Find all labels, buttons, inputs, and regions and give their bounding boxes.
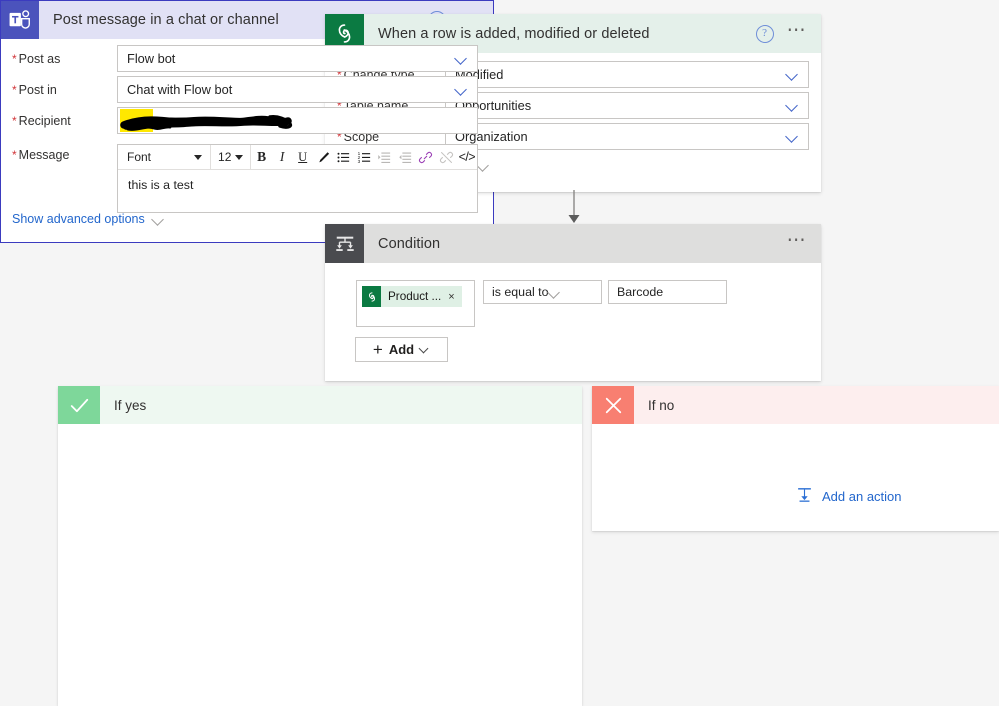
code-view-icon[interactable]: </> <box>457 145 478 169</box>
add-condition-label: Add <box>388 342 415 357</box>
italic-icon[interactable]: I <box>272 145 293 169</box>
condition-operator-value: is equal to <box>492 285 549 299</box>
plus-icon: + <box>372 339 383 359</box>
close-icon[interactable]: × <box>448 291 458 303</box>
change-type-dropdown[interactable]: Modified <box>445 61 809 88</box>
required-marker: * <box>12 148 17 162</box>
branch-if-yes-header: If yes <box>58 386 582 424</box>
condition-expression-row: Product ... × is equal to Barcode <box>356 280 727 327</box>
branch-if-yes-label: If yes <box>114 397 147 413</box>
condition-value-input[interactable]: Barcode <box>608 280 727 304</box>
condition-operator-dropdown[interactable]: is equal to <box>483 280 602 304</box>
help-icon[interactable]: ? <box>755 24 774 43</box>
post-as-dropdown[interactable]: Flow bot <box>117 45 478 72</box>
field-label-post-in: * Post in <box>12 82 57 97</box>
branch-if-no: If no Add an action <box>592 386 999 531</box>
insert-action-icon <box>796 486 813 506</box>
link-icon[interactable] <box>416 145 437 169</box>
highlight-pen-icon[interactable] <box>313 145 334 169</box>
dataverse-icon <box>362 286 381 307</box>
chevron-down-icon <box>548 286 561 299</box>
rich-text-toolbar: Font 12 B I U 1 2 3 </> <box>118 145 477 170</box>
condition-title: Condition <box>378 235 441 252</box>
required-marker: * <box>12 113 17 128</box>
condition-icon <box>325 224 364 263</box>
font-family-dropdown[interactable]: Font <box>118 145 212 169</box>
field-post-in: * Post in Chat with Flow bot <box>12 76 482 103</box>
chevron-down-icon <box>786 68 799 81</box>
dynamic-content-token[interactable]: Product ... × <box>362 286 462 307</box>
chevron-down-icon <box>194 154 203 160</box>
scope-value: Organization <box>455 129 528 144</box>
field-label-post-as: * Post as <box>12 51 61 66</box>
field-recipient: * Recipient <box>12 107 482 134</box>
font-size-dropdown[interactable]: 12 <box>211 145 252 169</box>
field-label-recipient: * Recipient <box>12 113 71 128</box>
post-in-dropdown[interactable]: Chat with Flow bot <box>117 76 478 103</box>
trigger-header-actions: ? ⋯ <box>755 21 821 43</box>
cross-icon <box>592 386 634 424</box>
condition-value-text: Barcode <box>617 285 664 299</box>
add-an-action-label: Add an action <box>822 488 902 504</box>
branch-if-no-label: If no <box>648 397 675 413</box>
chevron-down-icon <box>786 99 799 112</box>
chevron-down-icon <box>786 130 799 143</box>
connector-arrow-icon <box>568 190 580 223</box>
condition-header-actions: ⋯ <box>787 231 821 252</box>
add-condition-button[interactable]: + Add <box>355 337 448 362</box>
bold-icon[interactable]: B <box>251 145 272 169</box>
table-name-dropdown[interactable]: Opportunities <box>445 92 809 119</box>
post-as-value: Flow bot <box>127 51 176 66</box>
change-type-value: Modified <box>455 67 504 82</box>
svg-text:3: 3 <box>357 159 360 164</box>
check-icon <box>58 386 100 424</box>
required-marker: * <box>12 51 17 66</box>
font-size-value: 12 <box>218 150 232 164</box>
branch-if-no-header: If no <box>592 386 999 424</box>
teams-show-advanced-options[interactable]: Show advanced options <box>12 212 165 226</box>
redacted-recipient-overlay <box>120 108 475 133</box>
decrease-indent-icon[interactable] <box>395 145 416 169</box>
add-an-action-button[interactable]: Add an action <box>796 486 902 506</box>
teams-icon <box>1 1 39 39</box>
increase-indent-icon[interactable] <box>374 145 395 169</box>
field-post-as: * Post as Flow bot <box>12 45 482 72</box>
condition-left-operand[interactable]: Product ... × <box>356 280 475 327</box>
field-label-message: * Message <box>12 148 70 162</box>
message-body-text[interactable]: this is a test <box>118 170 477 212</box>
ellipsis-icon[interactable]: ⋯ <box>787 21 808 42</box>
black-scribble-mark <box>120 115 293 131</box>
chevron-down-icon <box>235 154 244 160</box>
condition-card-header[interactable]: Condition ⋯ <box>325 224 821 263</box>
token-label: Product ... <box>388 290 442 303</box>
chevron-down-icon <box>152 213 165 226</box>
flow-designer-canvas: When a row is added, modified or deleted… <box>0 0 999 706</box>
numbered-list-icon[interactable]: 1 2 3 <box>354 145 375 169</box>
message-rich-text-editor[interactable]: Font 12 B I U 1 2 3 </> this is a test <box>117 144 478 213</box>
scope-dropdown[interactable]: Organization <box>445 123 809 150</box>
unlink-icon[interactable] <box>436 145 457 169</box>
table-name-value: Opportunities <box>455 98 532 113</box>
teams-show-advanced-label: Show advanced options <box>12 212 145 226</box>
recipient-input[interactable] <box>117 107 478 134</box>
ellipsis-icon[interactable]: ⋯ <box>787 231 808 252</box>
required-marker: * <box>12 82 17 97</box>
chevron-down-icon <box>455 83 468 96</box>
condition-card[interactable]: Condition ⋯ Product ... × is equal to Ba… <box>325 224 821 381</box>
chevron-down-icon <box>420 345 430 355</box>
bulleted-list-icon[interactable] <box>333 145 354 169</box>
post-in-value: Chat with Flow bot <box>127 82 233 97</box>
chevron-down-icon <box>455 52 468 65</box>
trigger-title: When a row is added, modified or deleted <box>378 25 650 42</box>
field-message: * Message Font 12 B I U 1 2 3 </> this i… <box>12 144 482 213</box>
font-family-value: Font <box>127 150 152 164</box>
underline-icon[interactable]: U <box>292 145 313 169</box>
branch-if-yes: If yes <box>58 386 582 706</box>
